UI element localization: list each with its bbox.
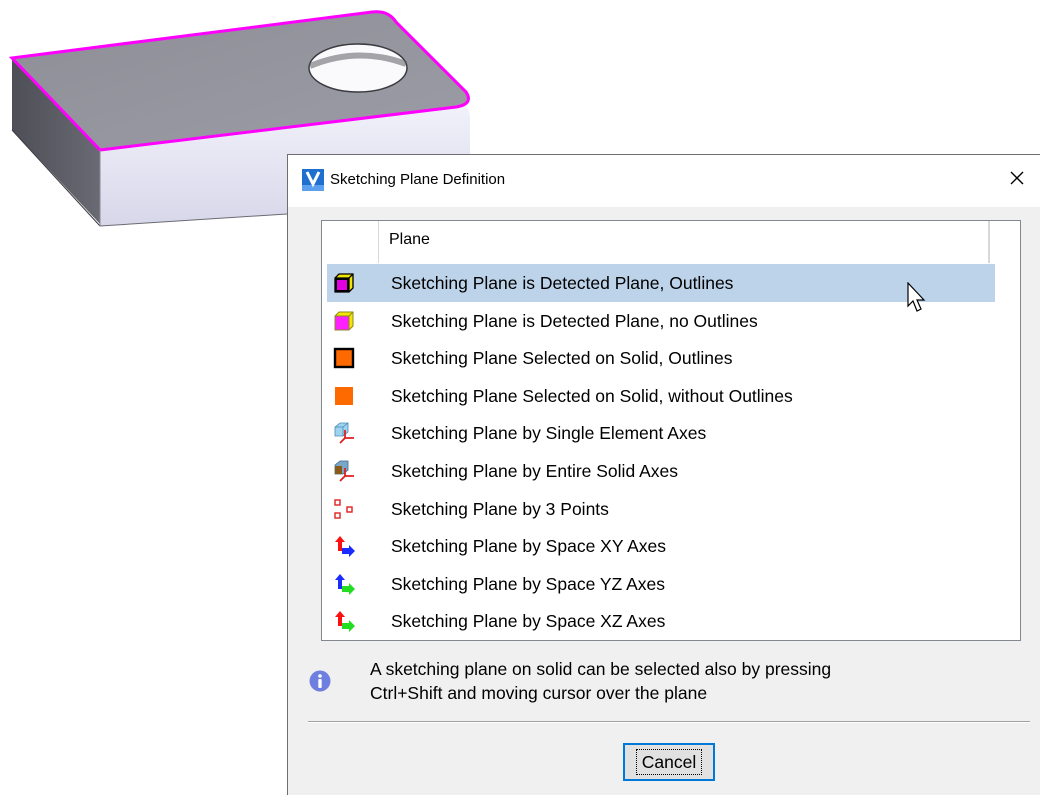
list-item-space-yz-axes[interactable]: Sketching Plane by Space YZ Axes: [322, 565, 1020, 603]
plane-column-label: Plane: [389, 231, 430, 248]
detected-plane-outlines-icon: [333, 272, 355, 294]
selected-solid-no-outlines-icon: [333, 385, 355, 407]
entire-solid-axes-icon: [333, 460, 355, 482]
single-element-axes-icon: [333, 422, 355, 445]
three-points-icon: [333, 498, 355, 520]
list-item-label: Sketching Plane Selected on Solid, Outli…: [391, 348, 733, 369]
list-item-space-xz-axes[interactable]: Sketching Plane by Space XZ Axes: [322, 602, 1020, 640]
list-item-three-points[interactable]: Sketching Plane by 3 Points: [322, 490, 1020, 528]
list-item-label: Sketching Plane is Detected Plane, no Ou…: [391, 310, 758, 331]
close-icon: [1010, 171, 1024, 185]
list-header: Plane: [322, 221, 1020, 263]
divider: [308, 721, 1030, 723]
info-line-2: Ctrl+Shift and moving cursor over the pl…: [370, 683, 708, 703]
list-item-selected-solid-no-outlines[interactable]: Sketching Plane Selected on Solid, witho…: [322, 377, 1020, 415]
list-item-entire-solid-axes[interactable]: Sketching Plane by Entire Solid Axes: [322, 452, 1020, 490]
icon-column-header[interactable]: [322, 221, 379, 263]
list-item-label: Sketching Plane by Space XZ Axes: [391, 611, 666, 632]
list-item-space-xy-axes[interactable]: Sketching Plane by Space XY Axes: [322, 527, 1020, 565]
space-xz-axes-icon: [333, 610, 355, 633]
info-icon: [309, 670, 331, 692]
list-item-label: Sketching Plane by Space XY Axes: [391, 536, 666, 557]
cancel-button-label: Cancel: [635, 749, 703, 775]
hole: [308, 43, 408, 93]
list-item-detected-plane-no-outlines[interactable]: Sketching Plane is Detected Plane, no Ou…: [322, 302, 1020, 340]
list-item-label: Sketching Plane by 3 Points: [391, 498, 609, 519]
list-item-single-element-axes[interactable]: Sketching Plane by Single Element Axes: [322, 414, 1020, 452]
sketching-plane-dialog: Sketching Plane Definition Plane Sketchi…: [287, 154, 1040, 795]
list-item-label: Sketching Plane by Entire Solid Axes: [391, 460, 678, 481]
space-yz-axes-icon: [333, 573, 355, 595]
filler-column-header: [989, 221, 1020, 263]
selected-solid-outlines-icon: [333, 347, 355, 369]
cancel-button[interactable]: Cancel: [623, 743, 715, 781]
space-xy-axes-icon: [333, 535, 355, 558]
info-line-1: A sketching plane on solid can be select…: [370, 659, 832, 679]
v-app-icon: [302, 169, 324, 191]
detected-plane-no-outlines-icon: [333, 310, 355, 332]
list-item-selected-solid-outlines[interactable]: Sketching Plane Selected on Solid, Outli…: [322, 339, 1020, 377]
dialog-title: Sketching Plane Definition: [330, 171, 506, 188]
plane-column-header[interactable]: Plane: [379, 221, 989, 263]
list-item-label: Sketching Plane by Single Element Axes: [391, 423, 707, 444]
list-item-detected-plane-outlines[interactable]: Sketching Plane is Detected Plane, Outli…: [327, 264, 995, 302]
close-button[interactable]: [994, 155, 1040, 201]
list-item-label: Sketching Plane Selected on Solid, witho…: [391, 385, 793, 406]
plane-list[interactable]: Plane Sketching Plane is Detected Plane,…: [321, 220, 1021, 641]
list-item-label: Sketching Plane by Space YZ Axes: [391, 573, 666, 594]
info-message: A sketching plane on solid can be select…: [370, 657, 831, 705]
list-item-label: Sketching Plane is Detected Plane, Outli…: [391, 273, 734, 293]
title-bar[interactable]: Sketching Plane Definition: [288, 155, 1040, 207]
